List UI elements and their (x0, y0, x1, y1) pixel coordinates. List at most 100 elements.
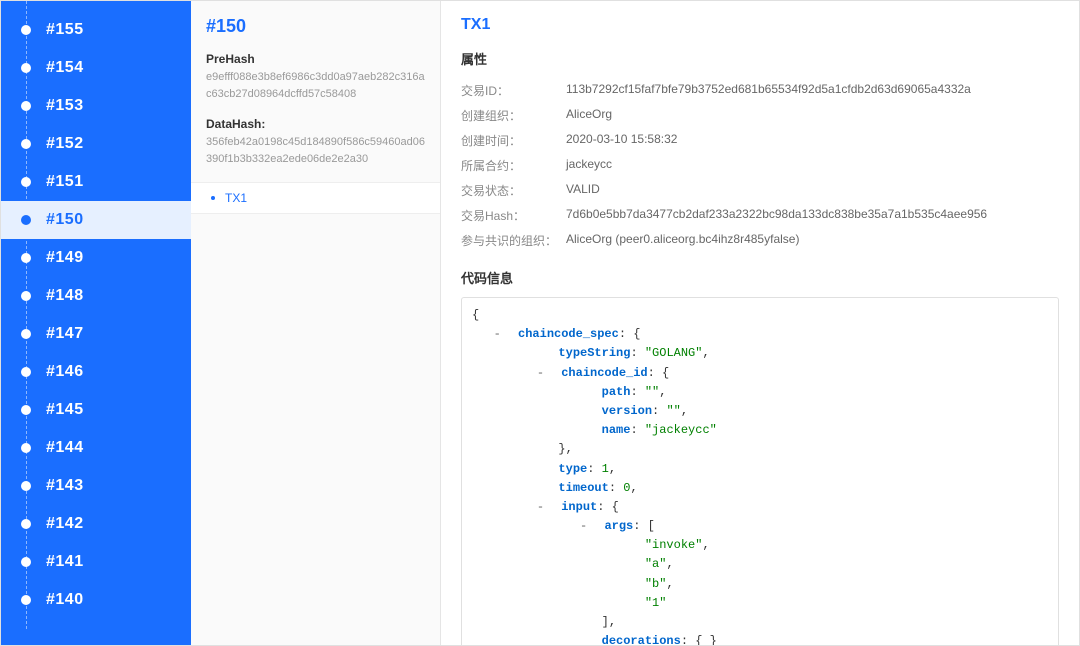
attr-label: 交易Hash： (461, 207, 566, 224)
attr-row-txid: 交易ID：113b7292cf15faf7bfe79b3752ed681b655… (461, 78, 1059, 103)
timeline-dot (21, 405, 31, 415)
datahash-section: DataHash: 356feb42a0198c45d184890f586c59… (191, 112, 440, 177)
block-item-151[interactable]: #151 (1, 163, 191, 201)
attr-row-org: 创建组织：AliceOrg (461, 103, 1059, 128)
collapse-toggle-icon[interactable]: - (580, 517, 590, 536)
timeline-dot (21, 139, 31, 149)
attr-label: 创建时间： (461, 132, 566, 149)
block-label: #149 (46, 249, 84, 267)
collapse-toggle-icon[interactable]: - (537, 498, 547, 517)
code-line: - args: [ (472, 517, 1048, 536)
block-item-147[interactable]: #147 (1, 315, 191, 353)
prehash-section: PreHash e9efff088e3b8ef6986c3dd0a97aeb28… (191, 47, 440, 112)
block-title: #150 (206, 16, 425, 37)
attr-row-txhash: 交易Hash：7d6b0e5bb7da3477cb2daf233a2322bc9… (461, 203, 1059, 228)
code-section-title: 代码信息 (461, 268, 1059, 287)
prehash-label: PreHash (206, 52, 425, 66)
block-item-148[interactable]: #148 (1, 277, 191, 315)
timeline-dot (21, 63, 31, 73)
block-item-140[interactable]: #140 (1, 581, 191, 619)
attr-label: 交易状态： (461, 182, 566, 199)
block-label: #140 (46, 591, 84, 609)
block-label: #144 (46, 439, 84, 457)
code-line: "a", (472, 555, 1048, 574)
block-item-153[interactable]: #153 (1, 87, 191, 125)
block-label: #155 (46, 21, 84, 39)
code-line: "1" (472, 594, 1048, 613)
block-item-143[interactable]: #143 (1, 467, 191, 505)
attr-value: VALID (566, 182, 600, 199)
block-sidebar: #155 #154 #153 #152 #151 #150 #149 #148 … (1, 1, 191, 645)
code-line: - input: { (472, 498, 1048, 517)
timeline-dot (21, 101, 31, 111)
code-line: typeString: "GOLANG", (472, 344, 1048, 363)
attr-value: 113b7292cf15faf7bfe79b3752ed681b65534f92… (566, 82, 971, 99)
block-detail-panel: #150 PreHash e9efff088e3b8ef6986c3dd0a97… (191, 1, 441, 645)
datahash-label: DataHash: (206, 117, 425, 131)
block-label: #148 (46, 287, 84, 305)
code-line: "b", (472, 575, 1048, 594)
block-item-155[interactable]: #155 (1, 11, 191, 49)
block-item-144[interactable]: #144 (1, 429, 191, 467)
code-line: decorations: { } (472, 632, 1048, 645)
timeline-dot (21, 25, 31, 35)
timeline-dot (21, 291, 31, 301)
timeline-dot (21, 443, 31, 453)
block-item-145[interactable]: #145 (1, 391, 191, 429)
block-item-152[interactable]: #152 (1, 125, 191, 163)
timeline-dot (21, 557, 31, 567)
attr-value: jackeycc (566, 157, 612, 174)
tx-title: TX1 (461, 16, 1059, 34)
code-line: { (472, 306, 1048, 325)
block-label: #147 (46, 325, 84, 343)
code-box[interactable]: { - chaincode_spec: { typeString: "GOLAN… (461, 297, 1059, 645)
block-label: #142 (46, 515, 84, 533)
attr-value: 7d6b0e5bb7da3477cb2daf233a2322bc98da133d… (566, 207, 987, 224)
attr-row-status: 交易状态：VALID (461, 178, 1059, 203)
timeline-dot (21, 253, 31, 263)
block-label: #146 (46, 363, 84, 381)
code-line: name: "jackeycc" (472, 421, 1048, 440)
attr-value: AliceOrg (peer0.aliceorg.bc4ihz8r485yfal… (566, 232, 799, 249)
timeline-dot (21, 177, 31, 187)
block-item-150[interactable]: #150 (1, 201, 191, 239)
block-timeline: #155 #154 #153 #152 #151 #150 #149 #148 … (1, 1, 191, 629)
code-line: "invoke", (472, 536, 1048, 555)
tx-detail-panel: TX1 属性 交易ID：113b7292cf15faf7bfe79b3752ed… (441, 1, 1079, 645)
timeline-dot (21, 367, 31, 377)
bullet-icon (211, 196, 215, 200)
attr-label: 参与共识的组织： (461, 232, 566, 249)
block-item-154[interactable]: #154 (1, 49, 191, 87)
code-line: ], (472, 613, 1048, 632)
block-label: #141 (46, 553, 84, 571)
code-line: type: 1, (472, 460, 1048, 479)
code-line: timeout: 0, (472, 479, 1048, 498)
attr-row-contract: 所属合约：jackeycc (461, 153, 1059, 178)
block-label: #151 (46, 173, 84, 191)
attr-row-consensus-org: 参与共识的组织：AliceOrg (peer0.aliceorg.bc4ihz8… (461, 228, 1059, 253)
block-item-146[interactable]: #146 (1, 353, 191, 391)
attr-value: 2020-03-10 15:58:32 (566, 132, 677, 149)
block-label: #154 (46, 59, 84, 77)
tx-list: TX1 (191, 182, 440, 214)
code-line: - chaincode_id: { (472, 364, 1048, 383)
block-item-141[interactable]: #141 (1, 543, 191, 581)
timeline-dot (21, 329, 31, 339)
collapse-toggle-icon[interactable]: - (494, 325, 504, 344)
block-label: #145 (46, 401, 84, 419)
prehash-value: e9efff088e3b8ef6986c3dd0a97aeb282c316ac6… (206, 69, 425, 102)
block-label: #153 (46, 97, 84, 115)
block-item-149[interactable]: #149 (1, 239, 191, 277)
code-line: - chaincode_spec: { (472, 325, 1048, 344)
block-label: #143 (46, 477, 84, 495)
attr-row-time: 创建时间：2020-03-10 15:58:32 (461, 128, 1059, 153)
block-label: #152 (46, 135, 84, 153)
collapse-toggle-icon[interactable]: - (537, 364, 547, 383)
tx-name: TX1 (225, 191, 247, 205)
attr-label: 所属合约： (461, 157, 566, 174)
code-line: }, (472, 440, 1048, 459)
attr-label: 创建组织： (461, 107, 566, 124)
tx-item-tx1[interactable]: TX1 (191, 182, 440, 214)
attr-section-title: 属性 (461, 49, 1059, 68)
block-item-142[interactable]: #142 (1, 505, 191, 543)
